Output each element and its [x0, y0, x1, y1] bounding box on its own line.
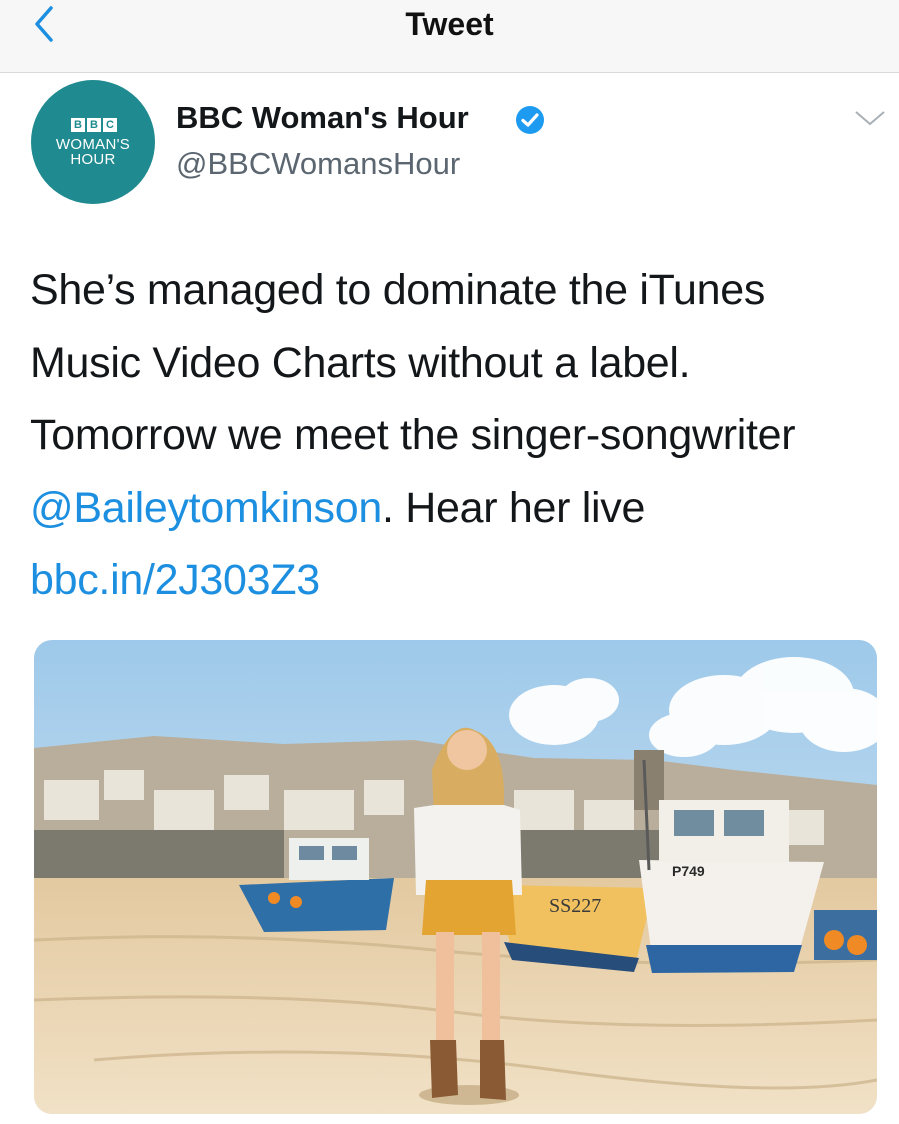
author-handle[interactable]: @BBCWomansHour	[176, 146, 460, 182]
page-title: Tweet	[405, 6, 494, 42]
chevron-down-icon	[855, 111, 885, 125]
top-bar: Tweet	[0, 0, 899, 73]
tweet-text-part: . Hear her live	[381, 483, 646, 532]
author-name[interactable]: BBC Woman's Hour	[176, 100, 469, 136]
boat-label-yellow: SS227	[549, 895, 601, 917]
mention-link[interactable]: @Baileytomkinson	[30, 484, 382, 532]
bbc-logo-letter: B	[71, 118, 85, 132]
avatar[interactable]: B B C WOMAN'S HOUR	[31, 80, 155, 204]
beach-photo: SS227 P749	[34, 640, 877, 1114]
tweet-text: She’s managed to dominate the iTunes Mus…	[30, 254, 880, 617]
avatar-line-2: HOUR	[70, 151, 116, 168]
tweet-image[interactable]: SS227 P749	[34, 640, 877, 1114]
more-options-button[interactable]	[850, 102, 890, 134]
bbc-logo-letter: B	[87, 118, 101, 132]
boat-label-white: P749	[672, 863, 705, 879]
avatar-line-1: WOMAN'S	[55, 136, 131, 153]
verified-badge-icon	[516, 106, 544, 134]
bbc-logo-letter: C	[103, 118, 117, 132]
url-link[interactable]: bbc.in/2J303Z3	[30, 556, 320, 604]
tweet-text-part: She’s managed to dominate the iTunes Mus…	[30, 266, 796, 459]
bbc-logo: B B C	[71, 118, 117, 132]
